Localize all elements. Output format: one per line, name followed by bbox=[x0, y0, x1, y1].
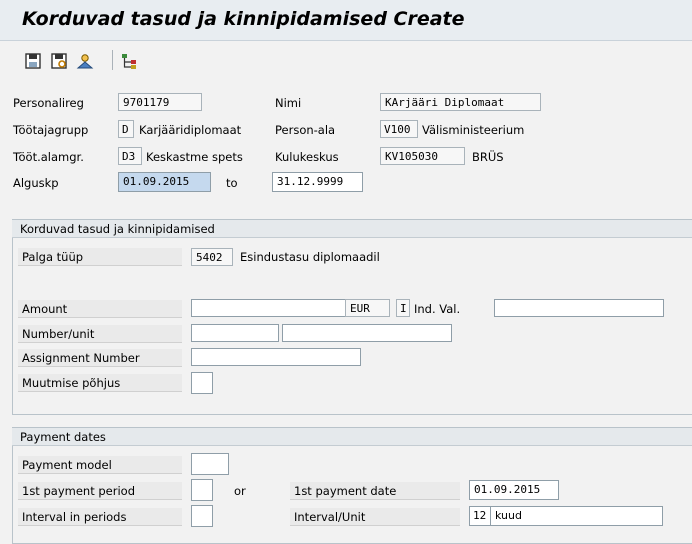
number-unit-label: Number/unit bbox=[18, 325, 182, 343]
first-payment-period-label: 1st payment period bbox=[18, 482, 182, 500]
alguskp-to-label: to bbox=[226, 176, 238, 190]
interval-number-input[interactable]: 12 bbox=[469, 506, 491, 526]
kulukeskus-text: BRÜS bbox=[472, 150, 504, 164]
toolbar-separator bbox=[112, 50, 113, 70]
assignment-number-input[interactable] bbox=[191, 348, 361, 366]
group-korduvad-tasud-title: Korduvad tasud ja kinnipidamised bbox=[12, 220, 692, 238]
tree-icon[interactable] bbox=[120, 52, 138, 70]
kulukeskus-code: KV105030 bbox=[380, 147, 465, 165]
ind-val-flag[interactable]: I bbox=[396, 299, 410, 317]
amount-label: Amount bbox=[18, 300, 182, 318]
nimi-label: Nimi bbox=[275, 96, 302, 110]
interval-unit-input[interactable]: kuud bbox=[490, 506, 663, 526]
palga-tuup-text: Esindustasu diplomaadil bbox=[240, 250, 380, 264]
first-payment-date-input[interactable]: 01.09.2015 bbox=[469, 480, 559, 500]
number-input[interactable] bbox=[191, 324, 279, 342]
muutmise-pohjus-input[interactable] bbox=[191, 372, 213, 394]
first-payment-date-label: 1st payment date bbox=[290, 482, 460, 500]
amount-input[interactable] bbox=[191, 299, 346, 317]
first-payment-period-input[interactable] bbox=[191, 479, 213, 501]
personalireg-label: Personalireg bbox=[13, 96, 84, 110]
alguskp-label: Alguskp bbox=[13, 176, 59, 190]
person-ala-text: Välisministeerium bbox=[422, 123, 525, 137]
nimi-field: KArjääri Diplomaat bbox=[380, 93, 541, 111]
assignment-number-label: Assignment Number bbox=[18, 349, 182, 367]
muutmise-pohjus-label: Muutmise põhjus bbox=[18, 374, 182, 392]
overview-icon[interactable] bbox=[50, 52, 68, 70]
person-ala-label: Person-ala bbox=[275, 123, 336, 137]
interval-unit-label: Interval/Unit bbox=[290, 508, 460, 526]
save-icon[interactable] bbox=[24, 52, 42, 70]
currency-field[interactable]: EUR bbox=[345, 299, 390, 317]
group-payment-dates-title: Payment dates bbox=[12, 428, 692, 446]
or-label: or bbox=[234, 484, 246, 498]
unit-input[interactable] bbox=[282, 324, 452, 342]
palga-tuup-code: 5402 bbox=[191, 248, 233, 266]
interval-in-periods-input[interactable] bbox=[191, 505, 213, 527]
page-title: Korduvad tasud ja kinnipidamised Create bbox=[22, 8, 465, 30]
alguskp-from-field[interactable]: 01.09.2015 bbox=[118, 172, 211, 192]
payment-model-label: Payment model bbox=[18, 456, 182, 474]
payment-model-input[interactable] bbox=[191, 453, 229, 475]
toot-alamgr-text: Keskastme spets bbox=[146, 150, 243, 164]
person-ala-code: V100 bbox=[380, 120, 418, 138]
toolbar bbox=[0, 41, 692, 81]
ind-val-label: Ind. Val. bbox=[414, 302, 461, 316]
ind-val-input[interactable] bbox=[494, 299, 664, 317]
toot-alamgr-label: Tööt.alamgr. bbox=[13, 150, 84, 164]
palga-tuup-label: Palga tüüp bbox=[18, 248, 182, 266]
tootajagrupp-label: Töötajagrupp bbox=[13, 123, 89, 137]
kulukeskus-label: Kulukeskus bbox=[275, 150, 339, 164]
personalireg-field: 9701179 bbox=[118, 93, 202, 111]
interval-in-periods-label: Interval in periods bbox=[18, 508, 182, 526]
tootajagrupp-code: D bbox=[118, 120, 134, 138]
toot-alamgr-code: D3 bbox=[118, 147, 142, 165]
alguskp-to-field[interactable]: 31.12.9999 bbox=[272, 172, 363, 192]
person-icon[interactable] bbox=[76, 52, 94, 70]
tootajagrupp-text: Karjääridiplomaat bbox=[139, 123, 242, 137]
